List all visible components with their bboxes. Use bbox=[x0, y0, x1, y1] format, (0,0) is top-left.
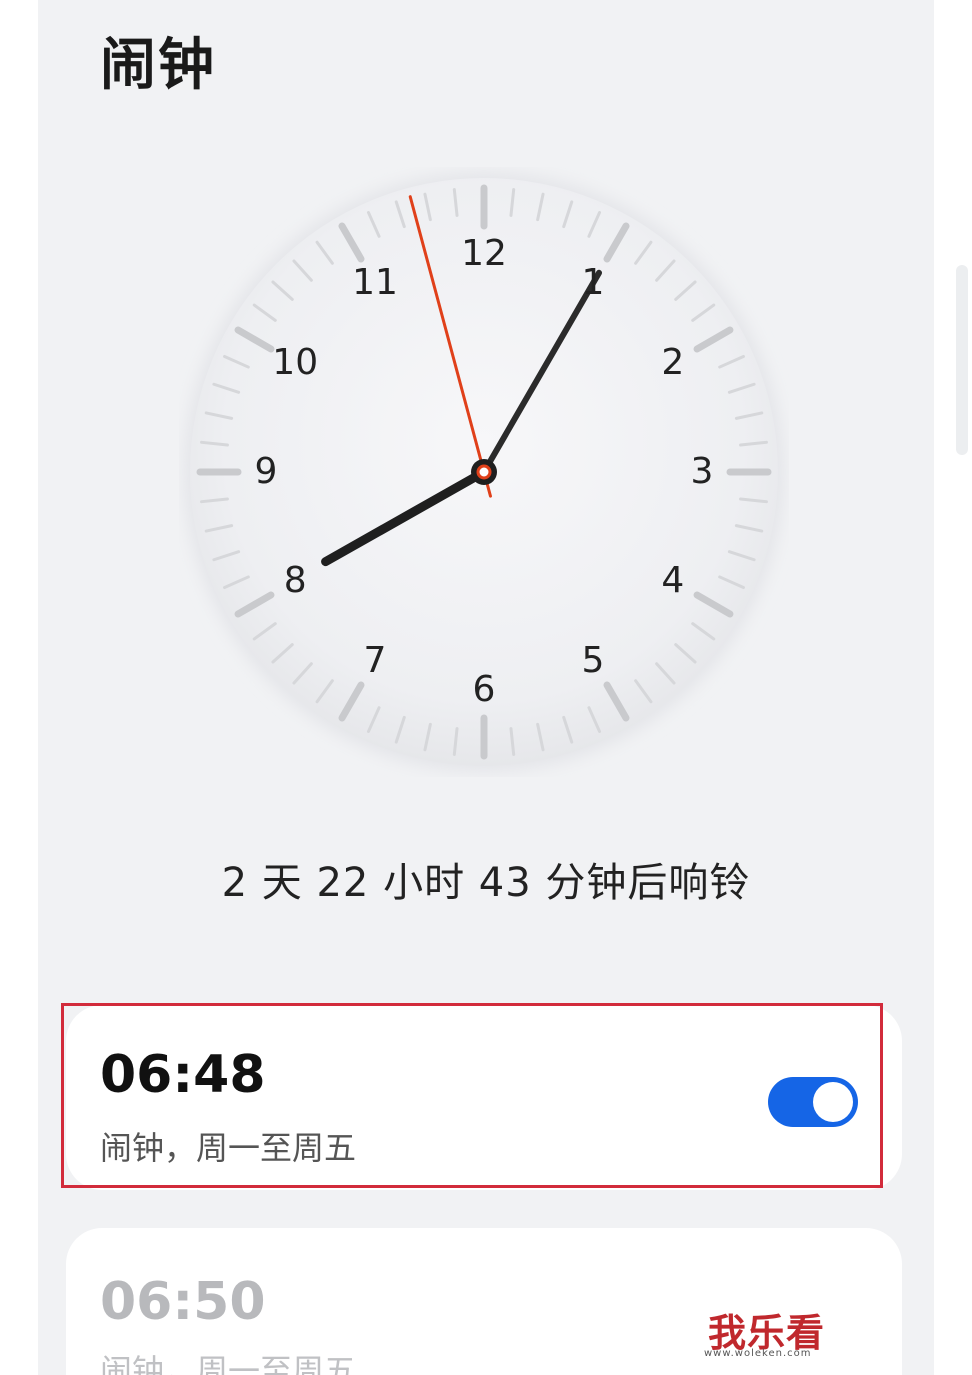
clock-app-screen: 闹钟 12 1 2 3 4 5 6 7 8 9 10 11 2 天 22 小时 … bbox=[38, 0, 934, 1375]
clock-numeral: 4 bbox=[661, 560, 685, 601]
clock-numeral: 6 bbox=[472, 669, 496, 710]
clock-numeral: 11 bbox=[352, 262, 398, 304]
clock-numeral: 2 bbox=[661, 342, 685, 383]
clock-numeral: 8 bbox=[283, 560, 307, 601]
clock-numeral: 3 bbox=[690, 451, 714, 492]
watermark-url: www.woleken.com bbox=[704, 1348, 812, 1359]
analog-clock: 12 1 2 3 4 5 6 7 8 9 10 11 bbox=[179, 167, 789, 777]
clock-numeral: 10 bbox=[272, 342, 319, 383]
countdown-text: 2 天 22 小时 43 分钟后响铃 bbox=[221, 860, 751, 906]
hand-hub-center bbox=[476, 464, 492, 480]
clock-numeral: 1 bbox=[581, 262, 605, 304]
clock-numeral: 5 bbox=[581, 639, 605, 681]
highlight-box bbox=[61, 1003, 883, 1188]
clock-numeral: 7 bbox=[363, 639, 387, 681]
alarm-subtitle: 闹钟，周一至周五 bbox=[100, 1352, 357, 1375]
clock-numeral: 12 bbox=[461, 233, 507, 274]
page-title: 闹钟 bbox=[100, 33, 216, 98]
watermark-logo: 我乐看 www.woleken.com bbox=[678, 1282, 866, 1375]
edge-scroll-indicator bbox=[956, 265, 968, 455]
clock-numeral: 9 bbox=[254, 451, 278, 492]
alarm-time: 06:50 bbox=[100, 1272, 266, 1332]
